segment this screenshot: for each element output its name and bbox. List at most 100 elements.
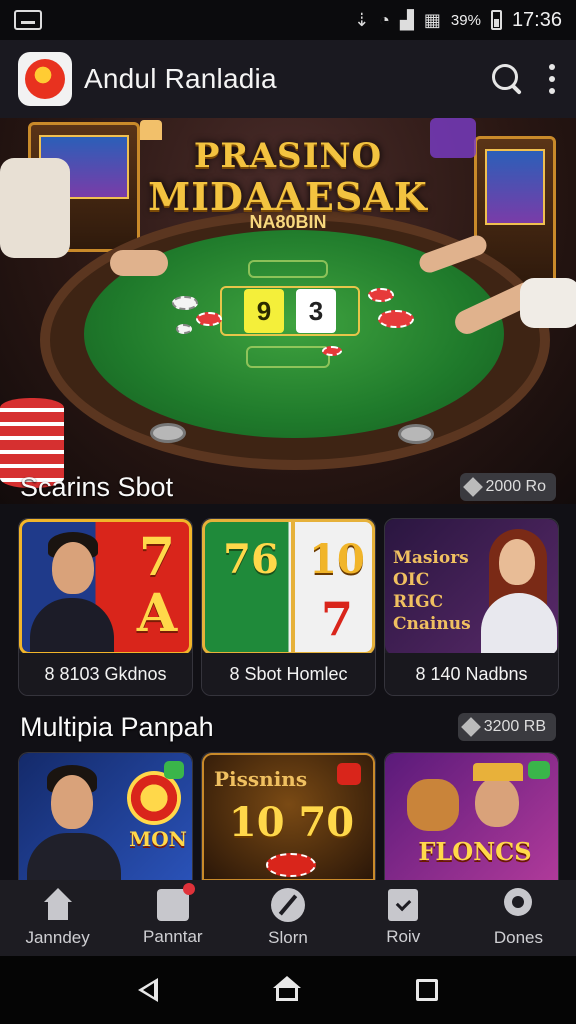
nav-label: Roiv	[386, 927, 421, 946]
game-tile[interactable]: Pissnins 10 70	[201, 752, 376, 880]
body	[27, 833, 121, 880]
nav-item-home[interactable]: Janndey	[0, 880, 115, 956]
user-icon	[502, 888, 534, 922]
tile-art-text: 7	[320, 592, 353, 646]
battery-icon	[490, 10, 502, 30]
hero-banner[interactable]: PRASINO MIDAAESAK NA80BIN 9 3	[0, 118, 576, 504]
bottom-nav: Janndey Panntar Slorn Roiv Dones	[0, 880, 576, 956]
hero-title: PRASINO MIDAAESAK	[0, 136, 576, 219]
battery-percent: 39%	[450, 11, 481, 29]
nav-item-saved[interactable]: Roiv	[346, 880, 461, 956]
tiles-row-2: MON Pissnins 10 70 FLONCS	[18, 752, 560, 880]
hero-subtitle: NA80BIN	[249, 212, 327, 232]
recents-icon[interactable]	[416, 979, 439, 1001]
section-badge-label: 2000 Ro	[485, 478, 547, 495]
game-tile[interactable]: MON	[18, 752, 193, 880]
game-tile[interactable]: FLONCS	[384, 752, 559, 880]
poker-chip	[266, 853, 316, 877]
dealer-arm-left	[0, 158, 70, 258]
tile-art: Pissnins 10 70	[202, 753, 375, 880]
search-icon[interactable]	[490, 62, 524, 96]
nav-item-games[interactable]: Panntar	[115, 880, 230, 956]
tile-art-text: Masiors OIC RIGC Cnainus	[393, 548, 471, 634]
face	[51, 775, 93, 829]
nav-label: Slorn	[268, 928, 308, 947]
tile-art-text: 7 A	[136, 527, 178, 644]
system-nav-bar	[0, 956, 576, 1024]
hero-title-line1: PRASINO	[193, 136, 383, 176]
table-marking	[248, 260, 328, 278]
poker-chip	[368, 288, 394, 302]
section-header-1: Scarins Sbot 2000 Ro	[0, 466, 576, 508]
app-actions	[490, 62, 558, 96]
poker-chip	[378, 310, 414, 328]
section-badge[interactable]: 2000 Ro	[459, 473, 556, 501]
nav-label: Janndey	[25, 928, 90, 947]
wifi-icon: ◔	[379, 9, 391, 30]
section-title: Multipia Panpah	[20, 711, 214, 742]
cup-holder	[150, 423, 186, 443]
nav-item-slots[interactable]: Slorn	[230, 880, 345, 956]
tile-art-text: 10 70	[228, 799, 355, 846]
poker-chip	[322, 346, 342, 356]
app-logo[interactable]	[18, 52, 72, 106]
vibrate-icon: ⇣	[354, 9, 370, 30]
game-tile[interactable]: Masiors OIC RIGC Cnainus 8 140 Nadbns	[384, 518, 559, 696]
dealer-hand-left	[110, 250, 168, 276]
table-card: 3	[296, 289, 336, 333]
coin-icon	[127, 771, 181, 825]
crown-icon	[473, 763, 523, 781]
status-bar: ⇣ ◔ ▟ ▦ 39% 17:36	[0, 0, 576, 40]
puzzle-icon	[156, 883, 195, 921]
diamond-icon	[460, 717, 481, 737]
tile-art: FLONCS	[385, 753, 558, 880]
tile-art: Masiors OIC RIGC Cnainus	[385, 519, 558, 655]
badge-icon	[337, 763, 361, 785]
tile-art: 76 10 7	[202, 519, 375, 655]
nav-label: Dones	[493, 928, 543, 947]
section-header-2: Multipia Panpah 3200 RB	[0, 706, 576, 748]
home-button-icon[interactable]	[272, 976, 301, 1004]
status-time: 17:36	[511, 8, 562, 31]
notification-icon	[14, 10, 42, 30]
signal-icon: ▟	[400, 9, 414, 30]
table-marking	[246, 346, 330, 368]
section-badge-label: 3200 RB	[483, 718, 546, 735]
tile-art-text: Pissnins	[214, 767, 308, 791]
back-icon[interactable]	[137, 978, 158, 1002]
status-right: ⇣ ◔ ▟ ▦ 39% 17:36	[354, 9, 562, 32]
cup-holder	[398, 424, 434, 444]
logo-emblem-icon	[25, 59, 65, 99]
face	[475, 777, 519, 827]
game-tile[interactable]: 76 10 7 8 Sbot Homlec	[201, 518, 376, 696]
tiles-row-1: 7 A 8 8103 Gkdnos 76 10 7 8 Sbot Homlec …	[18, 518, 560, 696]
status-left	[14, 10, 42, 30]
table-card: 9	[244, 289, 284, 333]
player-sleeve	[520, 278, 576, 328]
nav-item-profile[interactable]: Dones	[461, 880, 576, 956]
game-tile[interactable]: 7 A 8 8103 Gkdnos	[18, 518, 193, 696]
bookmark-icon	[388, 889, 419, 921]
tile-art-text: FLONCS	[418, 837, 532, 866]
section-title: Scarins Sbot	[20, 471, 174, 502]
more-options-icon[interactable]	[546, 64, 558, 94]
tile-art-text: MON	[129, 827, 187, 851]
tile-art-text: 10	[309, 536, 365, 583]
face	[52, 542, 94, 594]
tile-art: MON	[19, 753, 192, 880]
app-bar: Andul Ranladia	[0, 40, 576, 118]
diamond-icon	[462, 477, 483, 497]
nav-label: Panntar	[143, 927, 203, 946]
section-badge[interactable]: 3200 RB	[457, 713, 556, 741]
app-title: Andul Ranladia	[84, 63, 277, 94]
tile-caption: 8 140 Nadbns	[385, 653, 558, 695]
home-icon	[40, 888, 76, 922]
tile-caption: 8 8103 Gkdnos	[19, 653, 192, 695]
face	[499, 539, 535, 585]
signal-2-icon: ▦	[423, 9, 441, 30]
tile-art: 7 A	[19, 519, 192, 655]
reel-divider	[291, 522, 295, 652]
table-cards: 9 3	[220, 286, 360, 336]
poker-chip	[172, 296, 198, 310]
poker-chip	[196, 312, 222, 326]
